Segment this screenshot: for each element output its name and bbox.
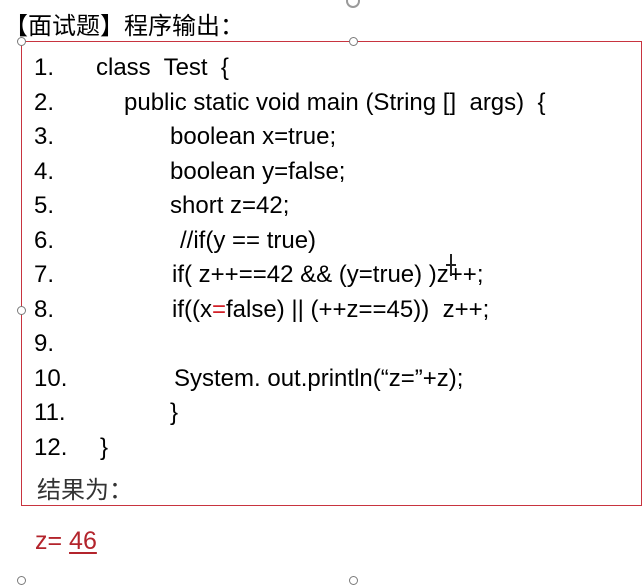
rotate-handle[interactable] (346, 0, 360, 8)
line-number: 3. (34, 123, 55, 150)
code-line: 3. boolean x=true; (34, 123, 634, 157)
code-text: boolean y=false; (170, 158, 346, 185)
resize-handle-bottom-center[interactable] (349, 576, 358, 585)
line-number: 1. (34, 54, 55, 81)
code-line: 4. boolean y=false; (34, 158, 634, 192)
code-text: if((x=false) || (++z==45)) z++; (172, 296, 489, 324)
code-line: 7. if( z++==42 && (y=true) )z++; (34, 261, 634, 295)
code-line: 12. } (34, 434, 634, 468)
resize-handle-top-left[interactable] (17, 37, 26, 46)
answer-prefix: z= (35, 527, 70, 555)
line-number: 9. (34, 330, 55, 357)
question-title: 【面试题】程序输出： (4, 12, 244, 40)
code-line: 9. (34, 330, 634, 364)
code-line: 5. short z=42; (34, 192, 634, 226)
line-number: 12. (34, 434, 68, 461)
code-line: 1. class Test { (34, 54, 634, 88)
code-line: 2. public static void main (String [] ar… (34, 89, 634, 123)
text-cursor-icon (446, 252, 456, 278)
line-number: 5. (34, 192, 55, 219)
code-segment: false) || (++z==45)) z++; (226, 296, 490, 323)
line-number: 11. (34, 399, 66, 426)
resize-handle-middle-left[interactable] (17, 306, 26, 315)
code-text: if( z++==42 && (y=true) )z++; (172, 261, 484, 288)
code-text: class Test { (96, 54, 229, 81)
line-number: 4. (34, 158, 55, 185)
code-text: System. out.println(“z=”+z); (174, 365, 464, 392)
code-text: } (100, 434, 109, 461)
code-text: short z=42; (170, 192, 290, 219)
line-number: 10. (34, 365, 68, 392)
answer-text: z= 46 (35, 527, 97, 556)
code-text: } (170, 399, 179, 426)
code-comment: //if(y == true) (180, 227, 317, 254)
code-segment: if((x (172, 296, 212, 323)
code-line: 8. if((x=false) || (++z==45)) z++; (34, 296, 634, 330)
line-number: 8. (34, 296, 55, 323)
resize-handle-bottom-left[interactable] (17, 576, 26, 585)
code-line: 6. //if(y == true) (34, 227, 634, 261)
code-line: 11. } (34, 399, 634, 433)
code-text: boolean x=true; (170, 123, 337, 150)
line-number: 7. (34, 261, 55, 288)
line-number: 6. (34, 227, 55, 254)
assignment-operator-highlight: = (211, 296, 226, 323)
code-line: 10. System. out.println(“z=”+z); (34, 365, 634, 399)
answer-value: 46 (69, 527, 97, 555)
resize-handle-top-center[interactable] (349, 37, 358, 46)
result-label: 结果为： (37, 476, 133, 504)
code-text: public static void main (String [] args)… (124, 89, 546, 116)
line-number: 2. (34, 89, 55, 116)
